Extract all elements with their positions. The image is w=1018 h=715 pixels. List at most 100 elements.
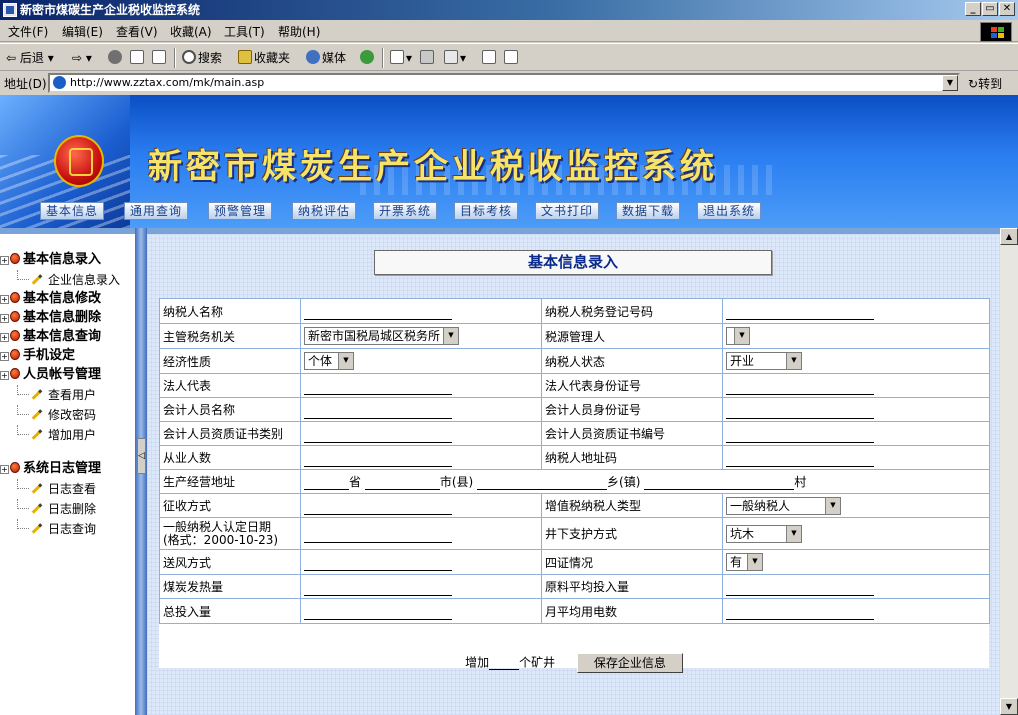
sidebar-item-log-view[interactable]: 日志查看 [0, 479, 96, 498]
form-row: 会计人员名称 会计人员身份证号 [159, 397, 990, 422]
history-icon [360, 50, 374, 64]
nav-warning[interactable]: 预警管理 [208, 202, 273, 220]
sidebar-item-basic-query[interactable]: + 基本信息查询 [0, 327, 101, 346]
edit-button[interactable]: ▾ [444, 49, 466, 67]
town-input[interactable] [477, 474, 608, 491]
stop-button[interactable] [108, 49, 124, 67]
city-input[interactable] [364, 474, 440, 491]
cert-no-input[interactable] [726, 424, 874, 443]
messenger-button[interactable] [504, 49, 520, 67]
province-input[interactable] [304, 474, 349, 491]
sidebar-item-log-delete[interactable]: 日志删除 [0, 499, 96, 518]
form-row: 主管税务机关 新密市国税局城区税务所 ▼ 税源管理人 ▼ [159, 323, 990, 349]
nav-invoice[interactable]: 开票系统 [373, 202, 438, 220]
accountant-name-input[interactable] [304, 400, 452, 419]
label-business-address: 生产经营地址 [159, 469, 301, 494]
address-input[interactable]: http://www.zztax.com/mk/main.asp [48, 73, 960, 93]
taxpayer-name-input[interactable] [304, 302, 452, 320]
ventilation-input[interactable] [304, 553, 452, 571]
mine-count-input[interactable] [489, 656, 520, 670]
label-tax-manager: 税源管理人 [541, 323, 723, 349]
support-method-select[interactable]: 坑木 ▼ [726, 524, 802, 543]
tax-authority-select[interactable]: 新密市国税局城区税务所 ▼ [304, 327, 459, 345]
menu-help[interactable]: 帮助(H) [278, 23, 320, 40]
economic-nature-select[interactable]: 个体 ▼ [304, 352, 354, 370]
sidebar-item-phone-settings[interactable]: + 手机设定 [0, 346, 75, 365]
home-button[interactable] [152, 49, 168, 67]
sidebar-item-add-user[interactable]: 增加用户 [0, 425, 96, 444]
nav-general-query[interactable]: 通用查询 [124, 202, 189, 220]
menu-file[interactable]: 文件(F) [8, 23, 48, 40]
menu-tools[interactable]: 工具(T) [224, 23, 265, 40]
window-title: 新密市煤碳生产企业税收监控系统 [20, 3, 201, 17]
chevron-down-icon: ▼ [825, 497, 840, 514]
menu-favorites[interactable]: 收藏(A) [170, 23, 212, 40]
nav-exit[interactable]: 退出系统 [697, 202, 762, 220]
form-row: 征收方式 增值税纳税人类型 一般纳税人 ▼ [159, 493, 990, 518]
sidebar-item-change-password[interactable]: 修改密码 [0, 405, 96, 424]
vertical-scrollbar[interactable]: ▲ ▼ [1000, 228, 1018, 715]
tax-manager-select[interactable]: ▼ [726, 327, 750, 345]
mail-button[interactable]: ▾ [390, 49, 412, 67]
cert-type-input[interactable] [304, 424, 452, 443]
legal-rep-input[interactable] [304, 376, 452, 395]
general-taxpayer-date-input[interactable] [304, 524, 452, 543]
close-button[interactable]: ✕ [999, 2, 1015, 16]
label-collection-method: 征收方式 [159, 493, 301, 518]
address-dropdown-button[interactable]: ▼ [942, 75, 958, 91]
village-input[interactable] [644, 474, 795, 491]
go-button[interactable]: ↻转到 [968, 75, 1002, 92]
label-taxpayer-name: 纳税人名称 [159, 298, 301, 324]
sidebar-item-system-log[interactable]: + 系统日志管理 [0, 459, 101, 478]
collection-method-input[interactable] [304, 496, 452, 515]
menu-edit[interactable]: 编辑(E) [62, 23, 103, 40]
history-button[interactable] [360, 49, 376, 67]
refresh-button[interactable] [130, 49, 146, 67]
form-title: 基本信息录入 [374, 250, 772, 275]
nav-tax-assessment[interactable]: 纳税评估 [292, 202, 357, 220]
avg-material-input[interactable] [726, 577, 874, 596]
discuss-button[interactable] [482, 49, 498, 67]
sidebar-top-bar [0, 228, 135, 234]
forward-button[interactable]: ⇨ ▾ [72, 49, 92, 67]
save-button[interactable]: 保存企业信息 [576, 653, 683, 673]
collapse-sidebar-icon[interactable]: ◁ [137, 438, 146, 474]
coal-heat-input[interactable] [304, 577, 452, 596]
sidebar-item-account-mgmt[interactable]: + 人员帐号管理 [0, 365, 101, 384]
nav-target-review[interactable]: 目标考核 [454, 202, 519, 220]
nav-basic-info[interactable]: 基本信息 [40, 202, 105, 220]
nav-document-print[interactable]: 文书打印 [535, 202, 600, 220]
title-bar: 新密市煤碳生产企业税收监控系统 _ ▭ ✕ [0, 0, 1018, 20]
legal-rep-id-input[interactable] [726, 376, 874, 395]
monthly-power-input[interactable] [726, 602, 874, 620]
sidebar-item-basic-entry[interactable]: + 基本信息录入 [0, 250, 101, 269]
accountant-id-input[interactable] [726, 400, 874, 419]
back-button[interactable]: ⇦ 后退 ▾ [6, 49, 54, 67]
scroll-down-icon[interactable]: ▼ [1000, 698, 1018, 715]
address-code-input[interactable] [726, 448, 874, 467]
sidebar-item-log-query[interactable]: 日志查询 [0, 519, 96, 538]
scroll-up-icon[interactable]: ▲ [1000, 228, 1018, 245]
menu-view[interactable]: 查看(V) [116, 23, 158, 40]
label-monthly-power: 月平均用电数 [541, 598, 723, 624]
pencil-icon [31, 523, 43, 534]
total-input-field[interactable] [304, 602, 452, 620]
sidebar-item-enterprise-entry[interactable]: 企业信息录入 [0, 270, 120, 289]
address-label: 地址(D) [4, 77, 47, 91]
print-button[interactable] [420, 49, 436, 67]
sidebar-item-basic-edit[interactable]: + 基本信息修改 [0, 289, 101, 308]
minimize-button[interactable]: _ [965, 2, 981, 16]
media-button[interactable]: 媒体 [306, 49, 346, 67]
sidebar-item-basic-delete[interactable]: + 基本信息删除 [0, 308, 101, 327]
search-button[interactable]: 搜索 [182, 49, 222, 67]
page-content: 新密市煤炭生产企业税收监控系统 基本信息 通用查询 预警管理 纳税评估 开票系统… [0, 95, 1018, 715]
tax-reg-no-input[interactable] [726, 302, 874, 320]
employee-count-input[interactable] [304, 448, 452, 467]
sidebar-item-view-users[interactable]: 查看用户 [0, 385, 96, 404]
maximize-button[interactable]: ▭ [982, 2, 998, 16]
vat-type-select[interactable]: 一般纳税人 ▼ [726, 496, 841, 515]
taxpayer-status-select[interactable]: 开业 ▼ [726, 352, 802, 370]
nav-data-download[interactable]: 数据下载 [616, 202, 681, 220]
four-certs-select[interactable]: 有 ▼ [726, 553, 763, 571]
favorites-button[interactable]: 收藏夹 [238, 49, 290, 67]
